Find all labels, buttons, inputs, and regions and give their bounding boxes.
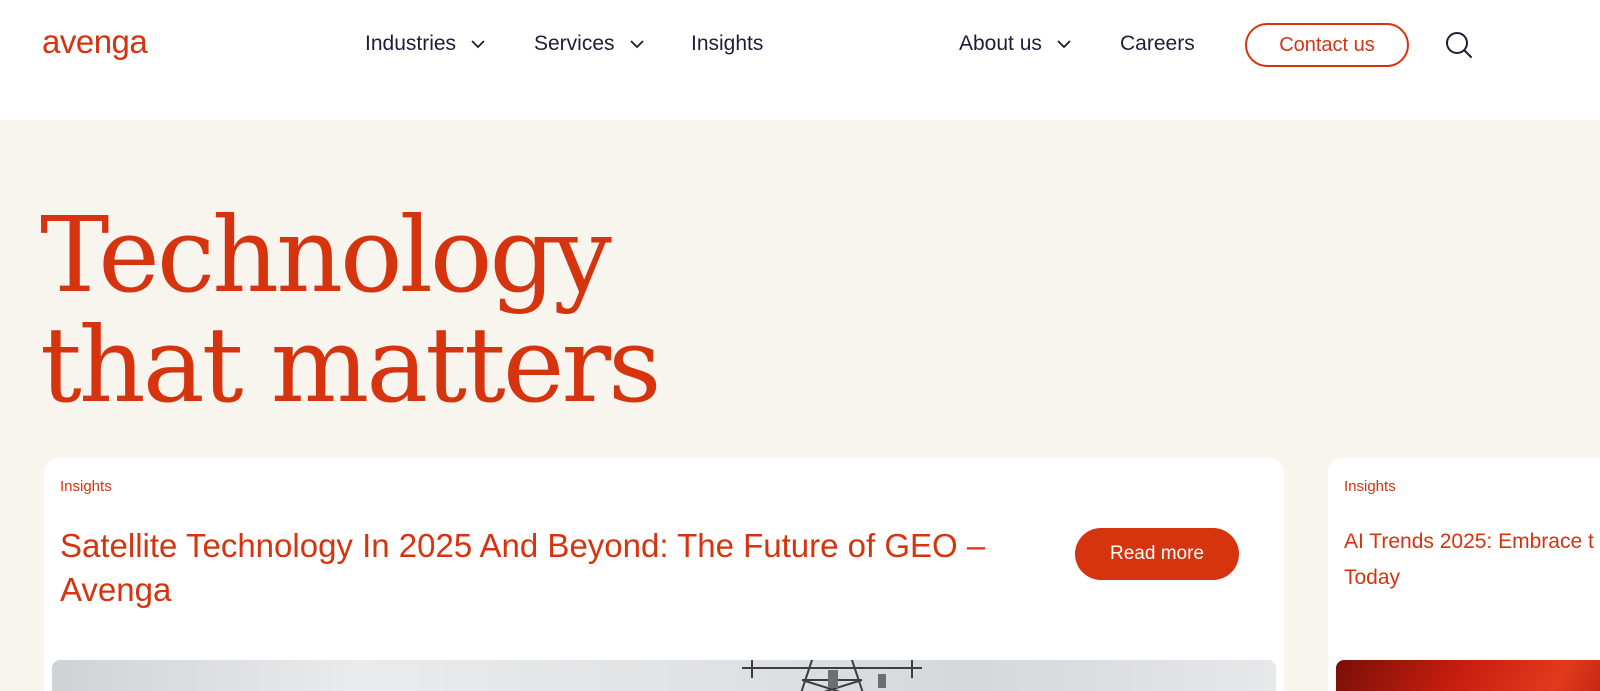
card-title-line-2: Today	[1344, 566, 1401, 589]
card-tag[interactable]: Insights	[60, 478, 112, 495]
avenga-logo[interactable]: avenga	[42, 22, 148, 62]
nav-services-label: Services	[534, 32, 615, 55]
hero-title: Technology that matters	[40, 194, 661, 426]
nav-careers-label: Careers	[1120, 32, 1195, 55]
card-title[interactable]: Satellite Technology In 2025 And Beyond:…	[60, 524, 1060, 612]
chevron-down-icon	[629, 40, 644, 49]
article-image	[1336, 660, 1600, 691]
card-title-line-1: AI Trends 2025: Embrace t	[1344, 530, 1594, 553]
nav-services[interactable]: Services	[534, 28, 645, 60]
contact-us-button[interactable]: Contact us	[1245, 23, 1409, 67]
nav-about-us-label: About us	[959, 32, 1042, 55]
hero-section: Technology that matters Insights Satelli…	[0, 120, 1600, 691]
card-title[interactable]: AI Trends 2025: Embrace t Today	[1344, 524, 1600, 596]
read-more-label: Read more	[1110, 543, 1204, 564]
nav-industries-label: Industries	[365, 32, 457, 55]
featured-article-card[interactable]: Insights Satellite Technology In 2025 An…	[44, 458, 1284, 691]
nav-insights-label: Insights	[691, 32, 764, 55]
read-more-button[interactable]: Read more	[1075, 528, 1239, 580]
nav-industries[interactable]: Industries	[365, 28, 486, 60]
search-icon[interactable]	[1444, 30, 1474, 60]
site-header: avenga Industries Services Insights Abou…	[0, 0, 1600, 120]
nav-insights[interactable]: Insights	[691, 28, 763, 60]
nav-about-us[interactable]: About us	[959, 28, 1072, 60]
hero-title-line-2: that matters	[40, 304, 661, 426]
contact-us-label: Contact us	[1279, 33, 1375, 56]
nav-careers[interactable]: Careers	[1120, 28, 1195, 60]
hero-title-line-1: Technology	[40, 194, 612, 316]
secondary-article-card[interactable]: Insights AI Trends 2025: Embrace t Today	[1328, 458, 1600, 691]
chevron-down-icon	[471, 40, 485, 49]
chevron-down-icon	[1057, 40, 1071, 49]
antenna-tower-image	[742, 660, 922, 691]
card-tag[interactable]: Insights	[1344, 478, 1396, 495]
article-image	[52, 660, 1276, 691]
